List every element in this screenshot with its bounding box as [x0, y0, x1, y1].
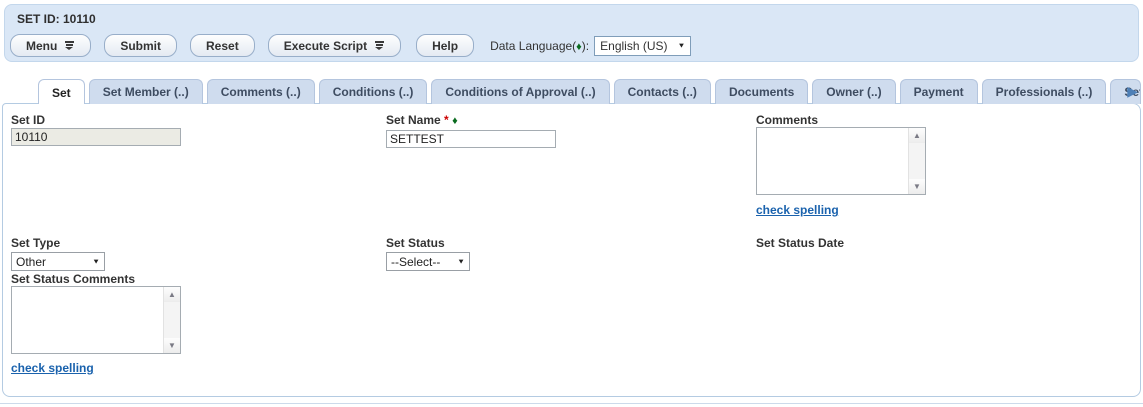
page-title: SET ID: 10110 — [17, 12, 96, 26]
set-status-comments-textarea[interactable]: ▲ ▼ — [11, 286, 181, 354]
set-type-value: Other — [16, 255, 46, 269]
tab-conditions-of-approval[interactable]: Conditions of Approval (..) — [431, 79, 609, 104]
execute-script-button[interactable]: Execute Script — [268, 34, 401, 57]
comments-check-spelling-link[interactable]: check spelling — [756, 203, 839, 217]
set-status-comments-check-spelling-link[interactable]: check spelling — [11, 361, 94, 375]
tab-strip: Set Set Member (..) Comments (..) Condit… — [2, 78, 1141, 104]
set-status-date-label: Set Status Date — [756, 236, 844, 250]
tab-set-member[interactable]: Set Member (..) — [89, 79, 203, 104]
tab-set[interactable]: Set — [38, 79, 85, 104]
scrollbar[interactable]: ▲ ▼ — [163, 287, 180, 353]
comments-textarea[interactable]: ▲ ▼ — [756, 127, 926, 195]
data-language-value: English (US) — [600, 39, 667, 53]
scrollbar[interactable]: ▲ ▼ — [908, 128, 925, 194]
comments-label: Comments — [756, 113, 818, 127]
menu-button[interactable]: Menu — [10, 34, 91, 57]
tab-payment[interactable]: Payment — [900, 79, 978, 104]
set-status-select[interactable]: --Select-- ▼ — [386, 252, 470, 271]
required-asterisk-icon: * — [444, 113, 449, 127]
help-button[interactable]: Help — [416, 34, 474, 57]
chevron-down-icon: ▼ — [678, 42, 686, 50]
set-status-comments-label: Set Status Comments — [11, 272, 135, 286]
tab-owner[interactable]: Owner (..) — [812, 79, 895, 104]
data-language-group: Data Language(♦): English (US) ▼ — [490, 36, 691, 56]
set-name-field[interactable] — [386, 130, 556, 148]
chevron-down-icon: ▼ — [92, 258, 100, 266]
tab-contacts[interactable]: Contacts (..) — [614, 79, 711, 104]
scroll-up-icon[interactable]: ▲ — [909, 128, 925, 143]
scroll-down-icon[interactable]: ▼ — [164, 338, 180, 353]
dropdown-menu-icon — [374, 41, 385, 50]
set-id-label: Set ID — [11, 113, 45, 127]
set-type-select[interactable]: Other ▼ — [11, 252, 105, 271]
set-type-label: Set Type — [11, 236, 60, 250]
header-panel: SET ID: 10110 Menu Submit Reset Execute … — [4, 4, 1139, 62]
content-panel: Set ID Set Name * ♦ Comments ▲ ▼ check s… — [2, 103, 1141, 397]
tab-conditions[interactable]: Conditions (..) — [319, 79, 428, 104]
execute-script-button-label: Execute Script — [284, 39, 367, 53]
set-name-label: Set Name * ♦ — [386, 113, 458, 127]
window-bottom-edge — [0, 403, 1143, 404]
dropdown-menu-icon — [64, 41, 75, 50]
set-status-value: --Select-- — [391, 255, 440, 269]
data-language-label: Data Language(♦): — [490, 39, 589, 53]
data-language-select[interactable]: English (US) ▼ — [594, 36, 691, 56]
menu-button-label: Menu — [26, 39, 57, 53]
scroll-down-icon[interactable]: ▼ — [909, 179, 925, 194]
diamond-icon: ♦ — [452, 115, 458, 127]
reset-button-label: Reset — [206, 39, 239, 53]
set-id-field[interactable] — [11, 128, 181, 146]
scroll-up-icon[interactable]: ▲ — [164, 287, 180, 302]
submit-button-label: Submit — [120, 39, 161, 53]
reset-button[interactable]: Reset — [190, 34, 255, 57]
tab-scroll-right-icon[interactable]: ▶ — [1127, 84, 1138, 98]
tab-comments[interactable]: Comments (..) — [207, 79, 315, 104]
chevron-down-icon: ▼ — [457, 258, 465, 266]
tab-professionals[interactable]: Professionals (..) — [982, 79, 1107, 104]
help-button-label: Help — [432, 39, 458, 53]
submit-button[interactable]: Submit — [104, 34, 177, 57]
tab-documents[interactable]: Documents — [715, 79, 808, 104]
toolbar: Menu Submit Reset Execute Script Help Da… — [10, 34, 691, 57]
set-status-label: Set Status — [386, 236, 445, 250]
